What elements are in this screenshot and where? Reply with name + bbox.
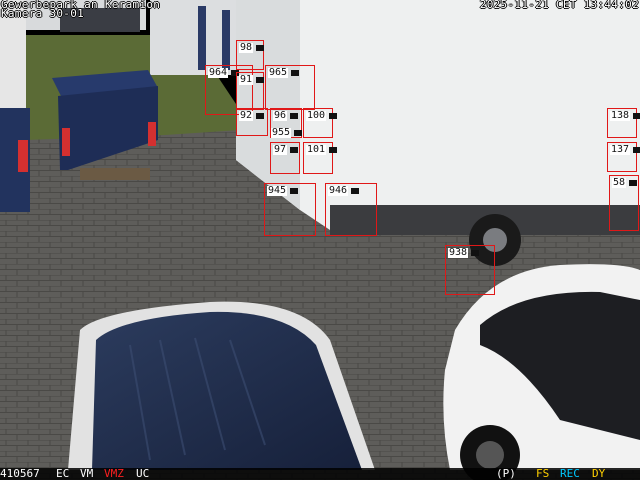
status-flag-vmz: VMZ: [104, 467, 124, 480]
confidence-bar: [291, 70, 299, 76]
detection-box[interactable]: 138: [607, 108, 640, 138]
confidence-bar: [290, 188, 298, 194]
status-flag-ec: EC: [56, 467, 70, 480]
confidence-bar: [329, 147, 337, 153]
detection-box[interactable]: 946: [325, 183, 377, 236]
detection-box[interactable]: 965: [265, 65, 315, 110]
detection-label: 965: [268, 67, 289, 78]
confidence-bar: [290, 113, 298, 119]
confidence-bar: [294, 130, 302, 136]
detection-box[interactable]: 92: [236, 108, 268, 136]
confidence-bar: [351, 188, 359, 194]
detection-label: 945: [267, 185, 288, 196]
detection-label: 58: [612, 177, 627, 188]
detection-box[interactable]: 91: [236, 72, 264, 110]
status-flag-fs: FS: [536, 467, 550, 480]
confidence-bar: [256, 113, 264, 119]
detection-label: 938: [448, 247, 469, 258]
confidence-bar: [633, 113, 640, 119]
camera-frame: Gewerbepark an Keramion Kamera 30-01 202…: [0, 0, 640, 480]
confidence-bar: [256, 77, 264, 83]
detection-label: 946: [328, 185, 349, 196]
detection-box[interactable]: 938: [445, 245, 495, 295]
frame-counter: 410567: [0, 467, 40, 480]
status-flag-dy: DY: [592, 467, 606, 480]
detection-label: 98: [239, 42, 254, 53]
detection-label: 138: [610, 110, 631, 121]
camera-scene: [0, 0, 640, 480]
confidence-bar: [290, 147, 298, 153]
confidence-bar: [256, 45, 264, 51]
detection-label: 96: [273, 110, 288, 121]
osd-camera-name: Kamera 30-01: [1, 7, 85, 20]
detection-box[interactable]: 101: [303, 142, 337, 174]
detection-label: 100: [306, 110, 327, 121]
status-flag-rec: REC: [560, 467, 580, 480]
confidence-bar: [629, 180, 637, 186]
detection-box[interactable]: 137: [607, 142, 640, 172]
detection-box[interactable]: 97: [270, 142, 300, 174]
detection-box[interactable]: 58: [609, 175, 639, 231]
detection-label: 137: [610, 144, 631, 155]
detection-label: 92: [239, 110, 254, 121]
status-flag-uc: UC: [136, 467, 150, 480]
status-flag-vm: VM: [80, 467, 94, 480]
status-flag-p: (P): [496, 467, 516, 480]
detection-label: 97: [273, 144, 288, 155]
confidence-bar: [633, 147, 640, 153]
detection-label: 101: [306, 144, 327, 155]
detection-box[interactable]: 945: [264, 183, 316, 236]
detection-box[interactable]: 100: [303, 108, 337, 138]
detection-label: 91: [239, 74, 254, 85]
detection-label: 955: [271, 127, 292, 138]
confidence-bar: [329, 113, 337, 119]
detection-label: 964: [208, 67, 229, 78]
confidence-bar: [471, 250, 479, 256]
status-bar: 410567 EC VM VMZ UC (P) FS REC DY: [0, 468, 640, 480]
osd-datetime: 2025-11-21 CET 13:44:02: [479, 0, 639, 11]
